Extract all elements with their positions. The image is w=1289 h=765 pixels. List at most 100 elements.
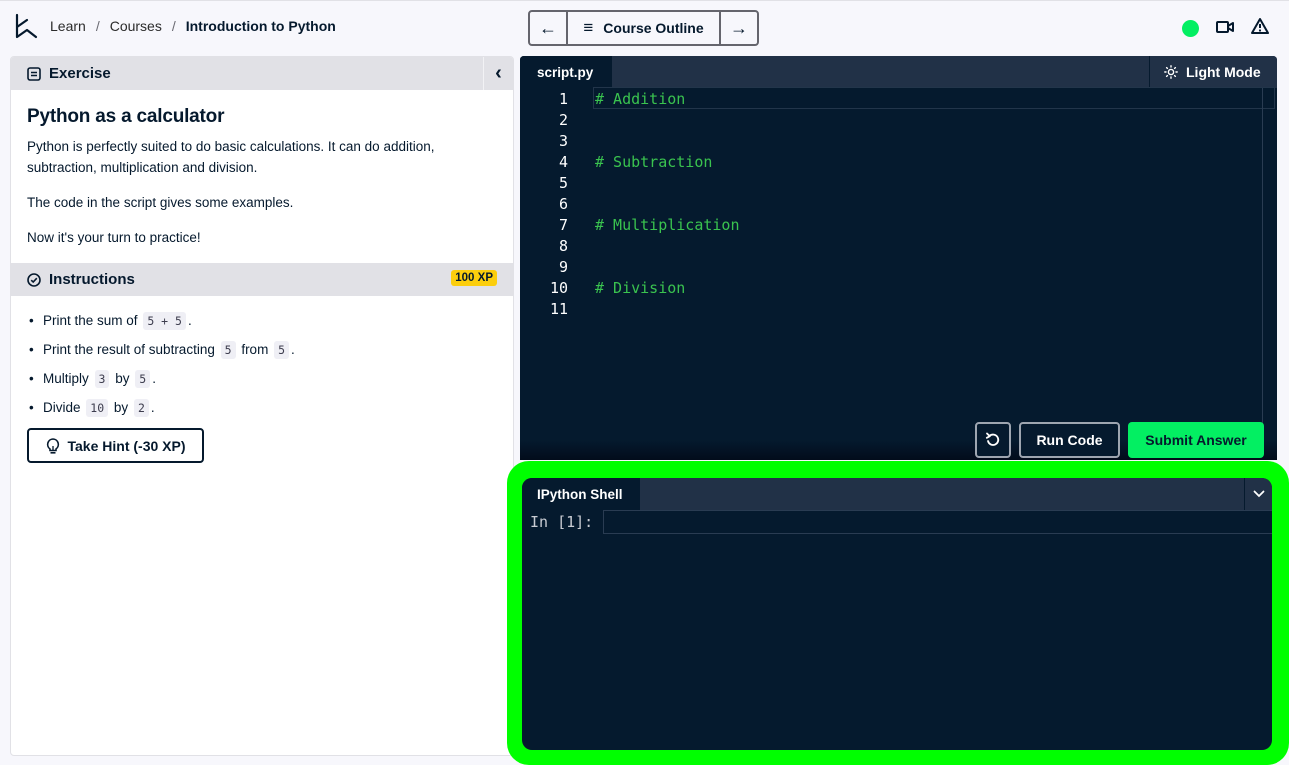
run-code-button[interactable]: Run Code [1019, 422, 1120, 458]
instruction-item: Divide 10 by 2. [27, 399, 497, 417]
breadcrumb-learn[interactable]: Learn [50, 18, 86, 34]
line-number: 8 [558, 236, 568, 255]
breadcrumb-courses[interactable]: Courses [110, 18, 162, 34]
inline-code: 2 [133, 399, 149, 417]
document-icon [27, 66, 41, 81]
course-outline-button[interactable]: ≡ Course Outline [566, 12, 721, 44]
instruction-text: by [113, 400, 129, 415]
code-line[interactable]: 6 [520, 193, 1277, 214]
menu-icon: ≡ [583, 18, 594, 37]
ipython-shell: IPython Shell In [1]: [522, 478, 1272, 750]
instruction-text: Print the result of subtracting [43, 342, 215, 357]
line-code: # Subtraction [595, 152, 713, 171]
take-hint-button[interactable]: Take Hint (-30 XP) [27, 428, 204, 463]
instructions-header-label: Instructions [49, 271, 135, 288]
shell-tab-bar: IPython Shell [522, 478, 1272, 510]
next-exercise-button[interactable]: → [721, 12, 757, 44]
code-line[interactable]: 8 [520, 235, 1277, 256]
breadcrumb-course-title[interactable]: Introduction to Python [186, 18, 336, 34]
breadcrumb: Learn / Courses / Introduction to Python [50, 18, 336, 34]
instruction-text: . [152, 371, 156, 386]
breadcrumb-separator: / [171, 18, 176, 34]
line-number: 7 [558, 215, 568, 234]
code-line[interactable]: 9 [520, 256, 1277, 277]
session-status-indicator [1182, 20, 1199, 37]
instruction-item: Print the sum of 5 + 5. [27, 312, 497, 330]
code-line[interactable]: 1 # Addition [520, 88, 1277, 109]
exercise-paragraph: Now it's your turn to practice! [27, 230, 201, 245]
light-mode-toggle[interactable]: Light Mode [1149, 56, 1277, 88]
exercise-paragraph: Python is perfectly suited to do basic c… [27, 139, 435, 175]
arrow-right-icon: → [730, 17, 748, 38]
datacamp-logo-icon[interactable] [14, 13, 38, 41]
take-hint-label: Take Hint (-30 XP) [67, 437, 186, 454]
code-editor: script.py Light Mode 1 # Addition 2 3 4 # Sub… [520, 56, 1277, 460]
line-number: 10 [549, 278, 568, 297]
exercise-content: Python as a calculator Python is perfect… [11, 90, 513, 248]
reset-icon [985, 432, 1000, 446]
code-line[interactable]: 3 [520, 130, 1277, 151]
instructions-header: Instructions 100 XP [11, 263, 513, 296]
check-circle-icon [27, 272, 41, 287]
instruction-text: . [291, 342, 295, 357]
course-outline-label: Course Outline [603, 20, 704, 36]
line-number: 6 [558, 194, 568, 213]
shell-prompt-line: In [1]: [522, 510, 1272, 534]
instruction-text: . [187, 313, 192, 328]
exercise-title: Python as a calculator [27, 106, 225, 127]
code-line[interactable]: 10 # Division [520, 277, 1277, 298]
line-number: 3 [558, 131, 568, 150]
instruction-text: from [241, 342, 269, 357]
instruction-text: by [115, 371, 130, 386]
code-line[interactable]: 2 [520, 109, 1277, 130]
warning-icon[interactable] [1251, 17, 1269, 35]
course-navigation: ← ≡ Course Outline → [528, 10, 759, 46]
line-number: 9 [558, 257, 568, 276]
lightbulb-icon [46, 437, 59, 454]
line-number: 1 [558, 89, 568, 108]
instruction-text: Divide [43, 400, 81, 415]
breadcrumb-separator: / [95, 18, 100, 34]
line-number: 2 [558, 110, 568, 129]
code-line[interactable]: 11 [520, 298, 1277, 319]
code-area[interactable]: 1 # Addition 2 3 4 # Subtraction 5 6 7 # Multipli… [520, 88, 1277, 319]
video-camera-icon[interactable] [1216, 19, 1234, 35]
editor-tab-bar: script.py Light Mode [520, 56, 1277, 88]
line-code: # Multiplication [595, 215, 740, 234]
code-line[interactable]: 5 [520, 172, 1277, 193]
line-code: # Addition [595, 89, 686, 108]
reset-code-button[interactable] [975, 422, 1011, 458]
code-line[interactable]: 7 # Multiplication [520, 214, 1277, 235]
shell-input[interactable] [603, 510, 1272, 534]
tab-ipython-shell[interactable]: IPython Shell [522, 478, 640, 510]
instruction-text: Multiply [43, 371, 89, 386]
arrow-left-icon: ← [539, 17, 557, 38]
editor-actions: Run Code Submit Answer [975, 422, 1264, 458]
line-number: 4 [558, 152, 568, 171]
chevron-down-icon [1253, 490, 1264, 498]
xp-badge: 100 XP [451, 270, 497, 286]
instruction-text: Print the sum of [43, 313, 138, 328]
submit-answer-button[interactable]: Submit Answer [1128, 422, 1264, 458]
shell-collapse-button[interactable] [1244, 478, 1272, 510]
collapse-panel-button[interactable]: ‹ [483, 57, 513, 90]
instruction-text: . [150, 400, 155, 415]
line-number: 11 [549, 299, 568, 318]
line-number: 5 [558, 173, 568, 192]
instruction-item: Print the result of subtracting 5 from 5… [27, 341, 497, 359]
instruction-item: Multiply 3 by 5. [27, 370, 497, 388]
inline-code: 3 [94, 370, 110, 388]
inline-code: 5 + 5 [143, 312, 186, 330]
previous-exercise-button[interactable]: ← [530, 12, 566, 44]
exercise-header-label: Exercise [49, 65, 111, 82]
tab-script-py[interactable]: script.py [520, 56, 612, 88]
light-mode-label: Light Mode [1186, 64, 1261, 80]
line-code: # Division [595, 278, 686, 297]
code-line[interactable]: 4 # Subtraction [520, 151, 1277, 172]
chevron-left-icon: ‹ [495, 62, 502, 84]
shell-tab-label: IPython Shell [537, 486, 623, 502]
inline-code: 5 [135, 370, 151, 388]
exercise-panel: Exercise ‹ Python as a calculator Python… [10, 56, 514, 756]
instructions-list: Print the sum of 5 + 5. Print the result… [11, 296, 513, 417]
inline-code: 5 [220, 341, 236, 359]
